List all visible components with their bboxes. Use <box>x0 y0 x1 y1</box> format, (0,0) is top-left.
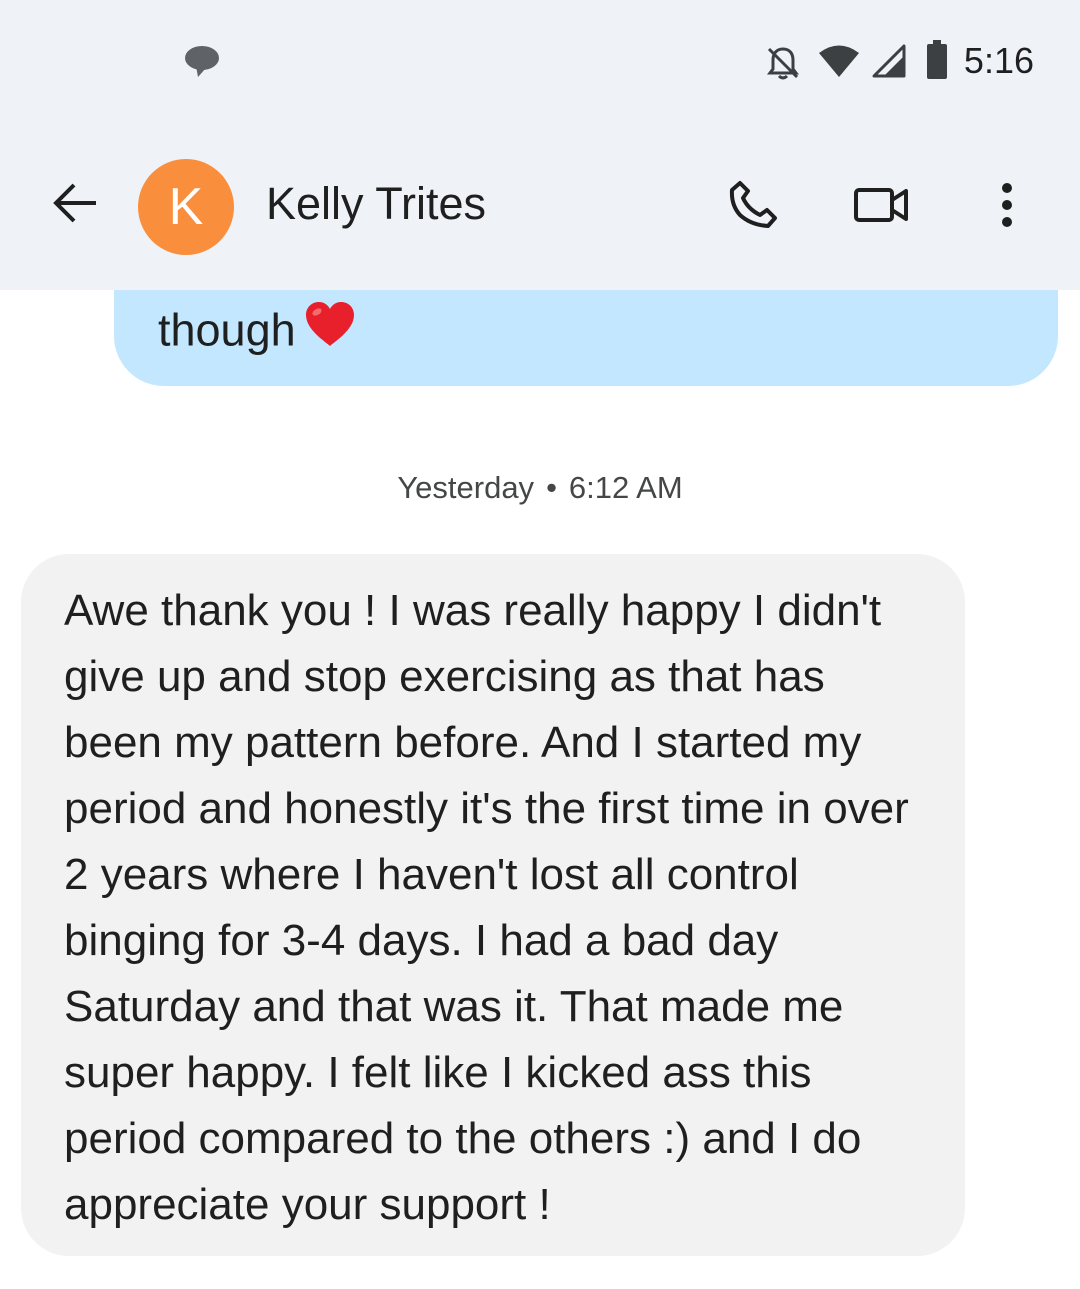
conversation-app-bar: K Kelly Trites <box>0 130 1080 290</box>
call-button[interactable] <box>718 172 788 242</box>
red-heart-emoji-icon <box>304 300 356 359</box>
cell-signal-icon <box>872 44 906 83</box>
notifications-off-icon <box>764 44 802 87</box>
arrow-back-icon <box>52 183 98 228</box>
timestamp-separator: • <box>546 470 557 505</box>
sent-message-bubble[interactable]: though <box>114 290 1058 386</box>
message-timestamp: Yesterday • 6:12 AM <box>0 470 1080 506</box>
video-call-button[interactable] <box>846 172 916 242</box>
chat-notification-icon <box>184 44 220 83</box>
received-message-bubble[interactable]: Awe thank you ! I was really happy I did… <box>21 554 965 1256</box>
status-bar: 5:16 <box>0 0 1080 130</box>
avatar-letter: K <box>168 178 204 236</box>
sent-message-text: though <box>158 302 356 363</box>
video-call-icon <box>853 185 909 230</box>
received-message-text: Awe thank you ! I was really happy I did… <box>64 586 909 1229</box>
timestamp-day: Yesterday <box>397 470 535 505</box>
message-list[interactable]: though Yesterday • 6:12 AM Awe thank you !… <box>0 290 1080 1289</box>
timestamp-time: 6:12 AM <box>568 470 683 505</box>
back-button[interactable] <box>40 170 110 240</box>
status-time: 5:16 <box>963 40 1034 81</box>
more-vert-icon <box>1000 182 1014 233</box>
phone-icon <box>727 179 779 236</box>
contact-avatar[interactable]: K <box>138 159 234 255</box>
sent-message-body: though <box>158 304 296 356</box>
battery-icon <box>926 40 948 85</box>
contact-name[interactable]: Kelly Trites <box>266 178 486 230</box>
wifi-icon <box>818 44 860 83</box>
more-options-button[interactable] <box>972 172 1042 242</box>
